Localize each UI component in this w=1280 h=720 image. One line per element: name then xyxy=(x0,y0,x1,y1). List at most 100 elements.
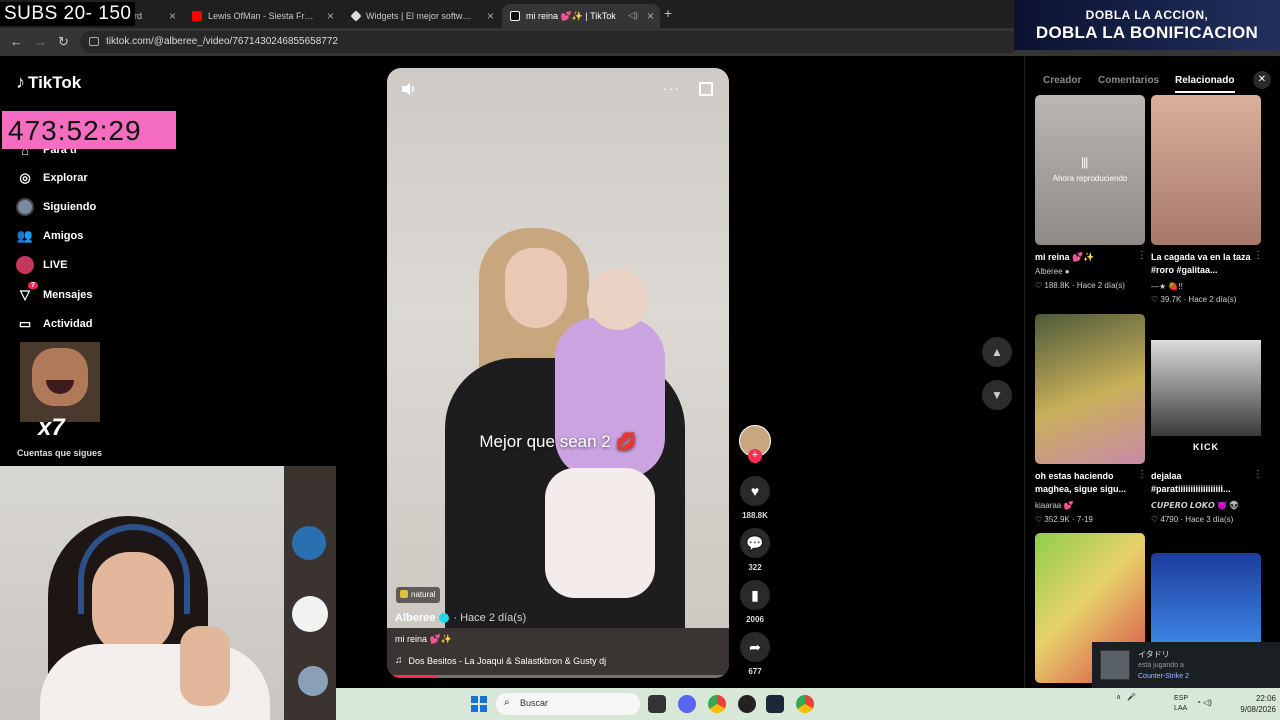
compass-icon: ◎ xyxy=(19,170,31,185)
more-options-icon[interactable]: ⋮ xyxy=(1137,250,1147,261)
more-options-icon[interactable]: ··· xyxy=(663,80,680,96)
related-video-author[interactable]: —★ 🍓!! xyxy=(1151,282,1183,291)
clock-date[interactable]: 9/08/2026 xyxy=(1216,705,1276,714)
thumbnail-image xyxy=(1151,340,1261,436)
more-options-icon[interactable]: ⋮ xyxy=(1253,469,1263,480)
video-progress-bar[interactable] xyxy=(387,675,729,678)
tag-label: natural xyxy=(411,590,436,599)
chevron-down-icon: ▼ xyxy=(991,388,1003,402)
speaker-icon[interactable]: ◁) xyxy=(628,10,638,21)
following-accounts-heading: Cuentas que sigues xyxy=(17,448,103,458)
heart-icon: ♥ xyxy=(750,483,760,499)
related-video-author[interactable]: kiaaraa 💕 xyxy=(1035,501,1073,510)
file-explorer-icon[interactable] xyxy=(648,695,666,713)
like-button[interactable]: ♥ xyxy=(740,476,770,506)
related-video-thumbnail[interactable]: ||| Ahora reproduciendo xyxy=(1035,95,1145,245)
clock-time[interactable]: 22:06 xyxy=(1216,694,1276,703)
previous-video-button[interactable]: ▲ xyxy=(982,337,1012,367)
follow-plus-icon[interactable]: + xyxy=(748,449,762,463)
sidebar-item-mensajes[interactable]: ▽ 7 Mensajes xyxy=(16,282,93,304)
sidebar-item-actividad[interactable]: ▭ Actividad xyxy=(16,315,93,333)
address-bar[interactable]: tiktok.com/@alberee_/video/7671430246855… xyxy=(80,31,1020,53)
tab-label: mi reina 💕✨ | TikTok xyxy=(526,10,616,21)
chrome-icon[interactable] xyxy=(708,695,726,713)
sidebar-item-label: Amigos xyxy=(43,230,84,242)
video-title: mi reina 💕✨ xyxy=(395,634,452,644)
related-video-thumbnail[interactable] xyxy=(1035,314,1145,464)
related-video-author[interactable]: Alberee ● xyxy=(1035,267,1070,276)
sidebar-item-explorar[interactable]: ◎ Explorar xyxy=(16,169,87,187)
content-tag[interactable]: natural xyxy=(396,587,441,603)
sidebar-item-label: Actividad xyxy=(43,318,93,330)
fullscreen-icon[interactable] xyxy=(699,82,713,96)
volume-icon[interactable] xyxy=(401,82,417,96)
related-video-title[interactable]: La cagada va en la taza #roro #galitaa..… xyxy=(1151,251,1255,277)
streamer-hand xyxy=(180,626,230,706)
discord-icon[interactable] xyxy=(678,695,696,713)
close-icon[interactable]: × xyxy=(327,9,334,23)
live-icon xyxy=(16,256,34,274)
author-name[interactable]: Alberee xyxy=(395,612,435,624)
system-tray-icons[interactable]: ∧ 🎤 xyxy=(1116,693,1136,701)
keyboard-layout-indicator[interactable]: LAA xyxy=(1174,705,1187,712)
back-icon[interactable]: ← xyxy=(10,34,23,49)
language-indicator[interactable]: ESP xyxy=(1174,695,1188,702)
related-video-author[interactable]: 𝘾𝙐𝙋𝙀𝙍𝙊 𝙇𝙊𝙆𝙊 😈 👽 xyxy=(1151,501,1239,510)
emote-overlay xyxy=(20,342,100,422)
steam-icon[interactable] xyxy=(766,695,784,713)
share-button[interactable]: ➦ xyxy=(740,632,770,662)
sidebar-item-amigos[interactable]: 👥 Amigos xyxy=(16,227,83,245)
close-panel-button[interactable]: ✕ xyxy=(1253,71,1271,89)
obs-icon[interactable] xyxy=(738,695,756,713)
tab-comentarios[interactable]: Comentarios xyxy=(1098,75,1159,86)
tiktok-logo[interactable]: ♪ TikTok xyxy=(16,72,81,93)
widget-icon xyxy=(350,10,362,22)
sidebar-item-label: Siguiendo xyxy=(43,201,97,213)
video-subject-face xyxy=(505,248,567,328)
video-progress-fill xyxy=(387,675,435,678)
search-placeholder: Buscar xyxy=(520,698,549,708)
browser-tab[interactable]: Lewis OfMan - Siesta Freestyle × xyxy=(184,4,340,28)
windows-start-icon[interactable] xyxy=(471,696,487,712)
related-video-title[interactable]: mi reina 💕✨ xyxy=(1035,251,1139,264)
sidebar-item-label: Mensajes xyxy=(43,289,93,301)
steam-notification[interactable]: イタドリ está jugando a Counter-Strike 2 xyxy=(1092,642,1280,688)
close-icon[interactable]: × xyxy=(169,9,176,23)
sidebar-item-siguiendo[interactable]: Siguiendo xyxy=(16,198,96,216)
reload-icon[interactable]: ↻ xyxy=(58,34,69,50)
close-icon[interactable]: × xyxy=(487,9,494,23)
new-tab-button[interactable]: + xyxy=(664,5,672,21)
related-video-thumbnail[interactable] xyxy=(1151,95,1261,245)
wifi-icon[interactable]: ◔ ◁) xyxy=(1196,698,1212,707)
music-note-icon: ♫ xyxy=(395,655,403,666)
taskbar-search[interactable]: Buscar xyxy=(496,693,640,715)
comment-button[interactable]: 💬 xyxy=(740,528,770,558)
video-caption: Mejor que sean 2 💋 xyxy=(479,432,637,451)
chrome-icon[interactable] xyxy=(796,695,814,713)
stream-timer-overlay: 473:52:29 xyxy=(2,111,176,149)
friend-game: Counter-Strike 2 xyxy=(1138,673,1189,680)
sidebar-item-live[interactable]: LIVE xyxy=(16,256,67,274)
emote-multiplier: x7 xyxy=(38,414,65,441)
tab-relacionado[interactable]: Relacionado xyxy=(1175,75,1234,86)
messages-badge: 7 xyxy=(28,282,38,289)
chevron-up-icon: ▲ xyxy=(991,345,1003,359)
tab-creador[interactable]: Creador xyxy=(1043,75,1081,86)
site-info-icon[interactable] xyxy=(89,37,99,46)
ad-banner: DOBLA LA ACCION, DOBLA LA BONIFICACION xyxy=(1014,0,1280,50)
next-video-button[interactable]: ▼ xyxy=(982,380,1012,410)
emote-face xyxy=(32,348,88,406)
related-video-title[interactable]: dejalaa #paratiiiiiiiiiiiiiiiiii... xyxy=(1151,470,1255,496)
share-count: 677 xyxy=(748,667,762,676)
related-video-title[interactable]: oh estas haciendo maghea, sigue sigu... xyxy=(1035,470,1139,496)
more-options-icon[interactable]: ⋮ xyxy=(1253,250,1263,261)
more-options-icon[interactable]: ⋮ xyxy=(1137,469,1147,480)
video-player[interactable]: ··· Mejor que sean 2 💋 natural Alberee ·… xyxy=(387,68,729,678)
save-button[interactable]: ▮ xyxy=(740,580,770,610)
browser-tab-active[interactable]: mi reina 💕✨ | TikTok ◁) × xyxy=(502,4,660,28)
music-row[interactable]: ♫ Dos Besitos - La Joaqui & Salastkbron … xyxy=(395,655,606,666)
related-video-thumbnail[interactable]: KICK xyxy=(1151,314,1261,464)
browser-tab[interactable]: Widgets | El mejor software pa × xyxy=(344,4,500,28)
forward-icon[interactable]: → xyxy=(34,34,47,49)
close-icon[interactable]: × xyxy=(647,9,654,23)
